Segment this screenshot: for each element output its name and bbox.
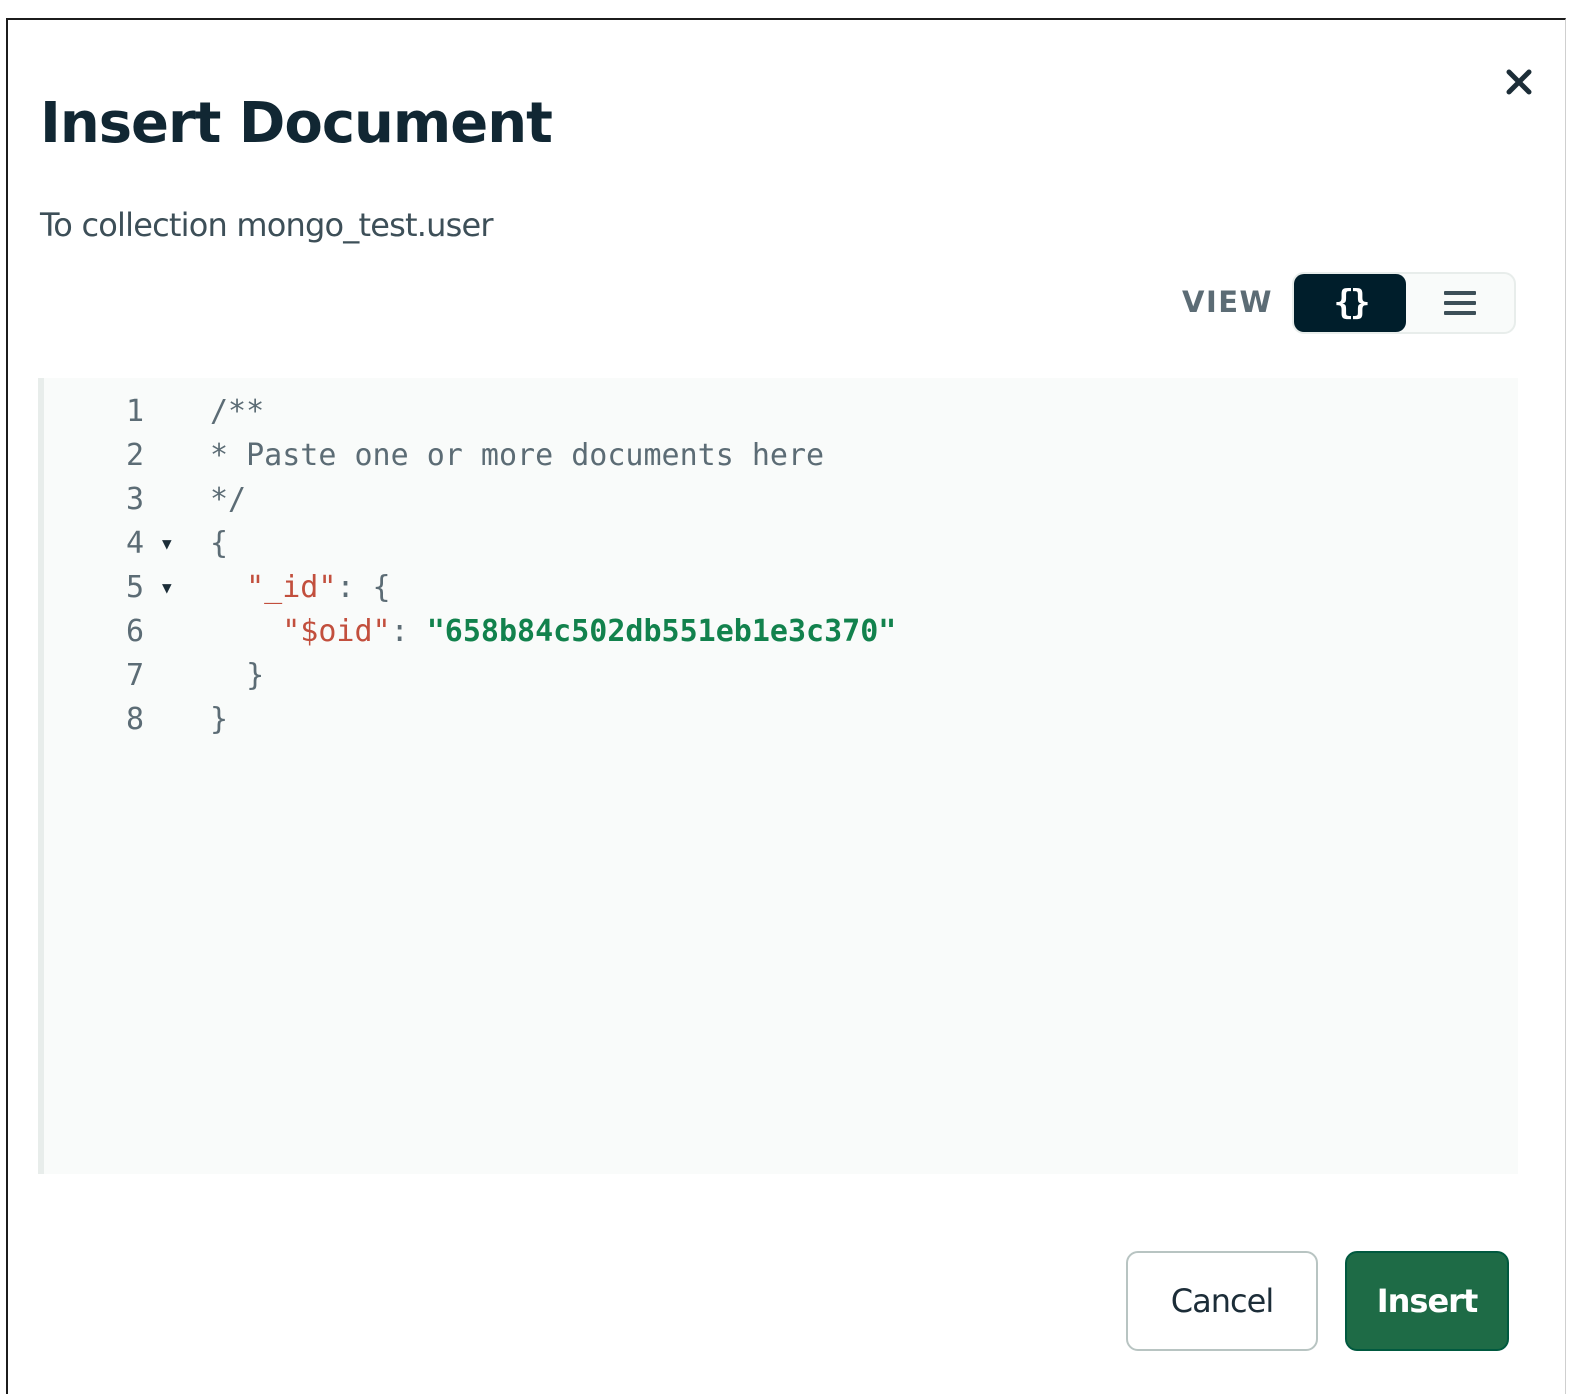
close-icon[interactable] (1499, 62, 1539, 102)
code-token-punct: } (246, 658, 265, 693)
code-line[interactable]: 2 * Paste one or more documents here (44, 434, 1518, 478)
code-line[interactable]: 3 */ (44, 478, 1518, 522)
line-number: 1 (125, 394, 144, 429)
line-number: 2 (125, 438, 144, 473)
code-line[interactable]: 1 /** (44, 390, 1518, 434)
line-number: 6 (125, 614, 144, 649)
code-token-key: "_id" (246, 570, 337, 605)
code-token-comment: */ (210, 482, 247, 517)
view-toggle: {} (1292, 272, 1516, 334)
code-line[interactable]: 7 } (44, 654, 1518, 698)
close-button[interactable] (1499, 62, 1539, 102)
code-editor[interactable]: 1 /** 2 * Paste one or more documents here 3… (38, 378, 1518, 1174)
code-token-key: "$oid" (282, 614, 391, 649)
json-view-button[interactable]: {} (1294, 274, 1406, 332)
code-line[interactable]: 5 ▼ "_id": { (44, 566, 1518, 610)
code-text: * Paste one or more documents here (210, 434, 824, 478)
code-text: { (210, 522, 228, 566)
code-token-str: "658b84c502db551eb1e3c370" (426, 614, 897, 649)
code-text: */ (210, 478, 246, 522)
code-token-punct: : (390, 614, 427, 649)
code-token-comment: /** (210, 394, 265, 429)
list-icon (1444, 291, 1476, 315)
cancel-button[interactable]: Cancel (1126, 1251, 1318, 1351)
line-number: 4 (125, 526, 144, 561)
code-token-comment: * Paste one or more documents here (210, 438, 825, 473)
line-number: 7 (125, 658, 144, 693)
line-number: 3 (125, 482, 144, 517)
list-view-button[interactable] (1406, 274, 1514, 332)
dialog-subtitle: To collection mongo_test.user (40, 206, 494, 244)
curly-braces-icon: {} (1333, 283, 1371, 323)
dialog-title: Insert Document (40, 91, 553, 156)
fold-toggle-icon[interactable]: ▼ (162, 566, 182, 610)
code-text: } (210, 698, 228, 742)
line-number: 8 (125, 702, 144, 737)
code-line[interactable]: 6 "$oid": "658b84c502db551eb1e3c370" (44, 610, 1518, 654)
insert-button[interactable]: Insert (1345, 1251, 1509, 1351)
view-label: VIEW (1182, 285, 1274, 319)
code-token-punct: } (210, 702, 229, 737)
insert-document-dialog: Insert Document To collection mongo_test… (6, 18, 1566, 1394)
code-text: /** (210, 390, 264, 434)
code-line[interactable]: 4 ▼ { (44, 522, 1518, 566)
fold-toggle-icon[interactable]: ▼ (162, 522, 182, 566)
code-text: "$oid": "658b84c502db551eb1e3c370" (210, 610, 896, 654)
line-number: 5 (125, 570, 144, 605)
code-line[interactable]: 8} (44, 698, 1518, 742)
code-text: "_id": { (210, 566, 391, 610)
code-token-punct: : { (336, 570, 391, 605)
code-token-punct: { (210, 526, 229, 561)
code-text: } (210, 654, 264, 698)
